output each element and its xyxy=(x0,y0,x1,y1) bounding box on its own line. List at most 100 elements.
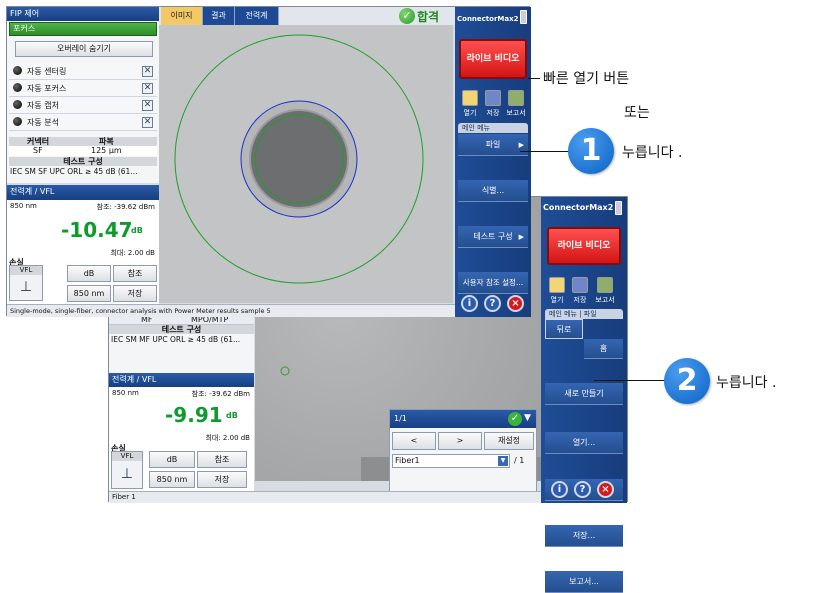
press-callout-text-2: 누릅니다 . xyxy=(716,375,777,391)
battery-icon xyxy=(615,201,622,215)
pass-icon: ✓ xyxy=(508,412,522,426)
status-bar: Fiber 1 xyxy=(109,491,541,503)
focus-label: 포커스 xyxy=(13,24,36,33)
close-icon[interactable]: ✕ xyxy=(142,117,153,128)
report-icon[interactable] xyxy=(597,277,613,293)
auto-focus-row[interactable]: 자동 포커스 ✕ xyxy=(9,80,157,97)
power-meter-header: 전력계 / VFL xyxy=(109,373,254,387)
wavelength-label: 850 nm xyxy=(10,202,37,210)
menu-item-report[interactable]: 보고서... xyxy=(545,571,623,593)
close-icon[interactable]: ✕ xyxy=(142,66,153,77)
save-reading-button[interactable]: 저장 xyxy=(113,285,157,302)
db-button[interactable]: dB xyxy=(67,265,111,282)
menu-item-identification[interactable]: 식별... xyxy=(458,180,528,202)
tab-image[interactable]: 이미지 xyxy=(161,7,203,25)
reference-button[interactable]: 참조 xyxy=(113,265,157,282)
app-title: ConnectorMax2 xyxy=(457,15,519,23)
report-icon[interactable] xyxy=(508,90,524,106)
info-icon[interactable]: i xyxy=(551,481,568,498)
folder-icon[interactable] xyxy=(462,90,478,106)
live-video-button[interactable]: 라이브 비디오 xyxy=(459,39,527,79)
fiber-label: 파복 xyxy=(99,137,114,146)
dropdown-icon[interactable]: ▼ xyxy=(524,413,531,423)
app-title: ConnectorMax2 xyxy=(543,203,614,212)
test-config-label: 테스트 구성 xyxy=(109,325,254,334)
next-button[interactable]: > xyxy=(438,432,482,450)
menu-item-test-config[interactable]: 테스트 구성 ▶ xyxy=(458,226,528,248)
info-icon[interactable]: i xyxy=(461,295,478,312)
vfl-label: VFL xyxy=(112,452,142,461)
max-value: 최대: 2.00 dB xyxy=(110,249,155,257)
menu-item-save-as[interactable]: 저장... xyxy=(545,525,623,547)
wavelength-button[interactable]: 850 nm xyxy=(67,285,111,302)
prev-button[interactable]: < xyxy=(392,432,436,450)
help-icon[interactable]: ? xyxy=(484,295,501,312)
status-dot-icon xyxy=(13,100,22,109)
fip-control-panel: FIP 제어 포커스 오버레이 숨기기 자동 센터링 ✕ 자동 포커스 ✕ 자동 캡… xyxy=(7,7,159,183)
connector-value: SF xyxy=(33,146,43,155)
save-reading-button[interactable]: 저장 xyxy=(197,471,247,488)
wavelength-button[interactable]: 850 nm xyxy=(149,471,195,488)
power-reading: -9.91 xyxy=(165,403,223,427)
auto-centering-label: 자동 센터링 xyxy=(27,67,67,76)
callout-line-quick-open xyxy=(528,78,540,79)
screenshot-main-menu: FIP 제어 포커스 오버레이 숨기기 자동 센터링 ✕ 자동 포커스 ✕ 자동 캡… xyxy=(6,6,531,317)
hide-overlay-button[interactable]: 오버레이 숨기기 xyxy=(15,41,153,57)
vfl-panel[interactable]: VFL ⊥ xyxy=(111,451,143,489)
focus-bar[interactable]: 포커스 xyxy=(9,22,157,36)
quick-open-label: 열기 xyxy=(550,296,564,304)
menu-item-user-reference[interactable]: 사용자 참조 설정... xyxy=(458,272,528,294)
quick-open-label: 열기 xyxy=(463,109,477,117)
menu-item-file-label: 파일 xyxy=(485,140,501,149)
reference-value: 참조: -39.62 dBm xyxy=(96,203,155,211)
back-button[interactable]: 뒤로 xyxy=(545,319,583,339)
main-menu-header: 메인 메뉴 xyxy=(458,123,528,133)
status-text: Single-mode, single-fiber, connector ana… xyxy=(10,307,271,315)
fiber-select[interactable]: Fiber1 ▼ xyxy=(392,454,510,468)
fiber-image xyxy=(159,25,453,303)
nav-header: 1/1 ✓ ▼ xyxy=(390,410,536,428)
power-unit: dB xyxy=(131,226,143,235)
status-dot-icon xyxy=(13,83,22,92)
menu-item-open[interactable]: 열기... xyxy=(545,432,623,454)
tab-power-meter[interactable]: 전력계 xyxy=(235,7,279,25)
tab-results[interactable]: 결과 xyxy=(203,7,235,25)
live-video-button[interactable]: 라이브 비디오 xyxy=(547,227,621,265)
sidebar-main-menu: ConnectorMax2 라이브 비디오 열기 저장 보고서 메인 메뉴 파일… xyxy=(455,7,531,317)
close-icon[interactable]: × xyxy=(507,295,524,312)
close-icon[interactable]: ✕ xyxy=(142,83,153,94)
auto-analysis-label: 자동 분석 xyxy=(27,118,59,127)
db-button[interactable]: dB xyxy=(149,451,195,468)
quick-save-label: 저장 xyxy=(573,296,587,304)
save-icon[interactable] xyxy=(485,90,501,106)
test-config-value: IEC SM MF UPC ORL ≥ 45 dB (61... xyxy=(111,335,241,344)
connector-label: 커넥터 xyxy=(27,137,50,146)
auto-list: 자동 센터링 ✕ 자동 포커스 ✕ 자동 캡처 ✕ 자동 분석 ✕ xyxy=(9,63,157,131)
chevron-right-icon: ▶ xyxy=(518,233,524,241)
close-icon[interactable]: ✕ xyxy=(142,100,153,111)
fip-header: FIP 제어 xyxy=(7,7,159,21)
menu-item-file[interactable]: 파일 ▶ xyxy=(458,134,528,156)
auto-capture-row[interactable]: 자동 캡처 ✕ xyxy=(9,97,157,114)
vfl-panel[interactable]: VFL ⊥ xyxy=(9,265,43,301)
menu-item-new[interactable]: 새로 만들기 xyxy=(545,383,623,405)
test-config-label: 테스트 구성 xyxy=(9,157,157,166)
callout-line-2 xyxy=(594,380,666,381)
status-text: Fiber 1 xyxy=(112,493,136,501)
laser-icon: ⊥ xyxy=(120,466,134,482)
auto-centering-row[interactable]: 자동 센터링 ✕ xyxy=(9,63,157,80)
reset-button[interactable]: 재설정 xyxy=(484,432,534,450)
save-icon[interactable] xyxy=(572,277,588,293)
home-button[interactable]: 홈 xyxy=(584,339,623,359)
close-icon[interactable]: × xyxy=(597,481,614,498)
press-callout-text-1: 누릅니다 . xyxy=(622,145,683,161)
help-icon[interactable]: ? xyxy=(574,481,591,498)
reference-button[interactable]: 참조 xyxy=(197,451,247,468)
power-meter-panel: 850 nm 참조: -39.62 dBm -9.91 dB 최대: 2.00 … xyxy=(109,387,254,495)
folder-icon[interactable] xyxy=(549,277,565,293)
quick-open-callout-text: 빠른 열기 버튼 xyxy=(543,71,630,87)
auto-analysis-row[interactable]: 자동 분석 ✕ xyxy=(9,114,157,131)
power-reading: -10.47 xyxy=(61,218,133,242)
callout-number-2: 2 xyxy=(664,358,710,404)
quick-save-label: 저장 xyxy=(486,109,500,117)
